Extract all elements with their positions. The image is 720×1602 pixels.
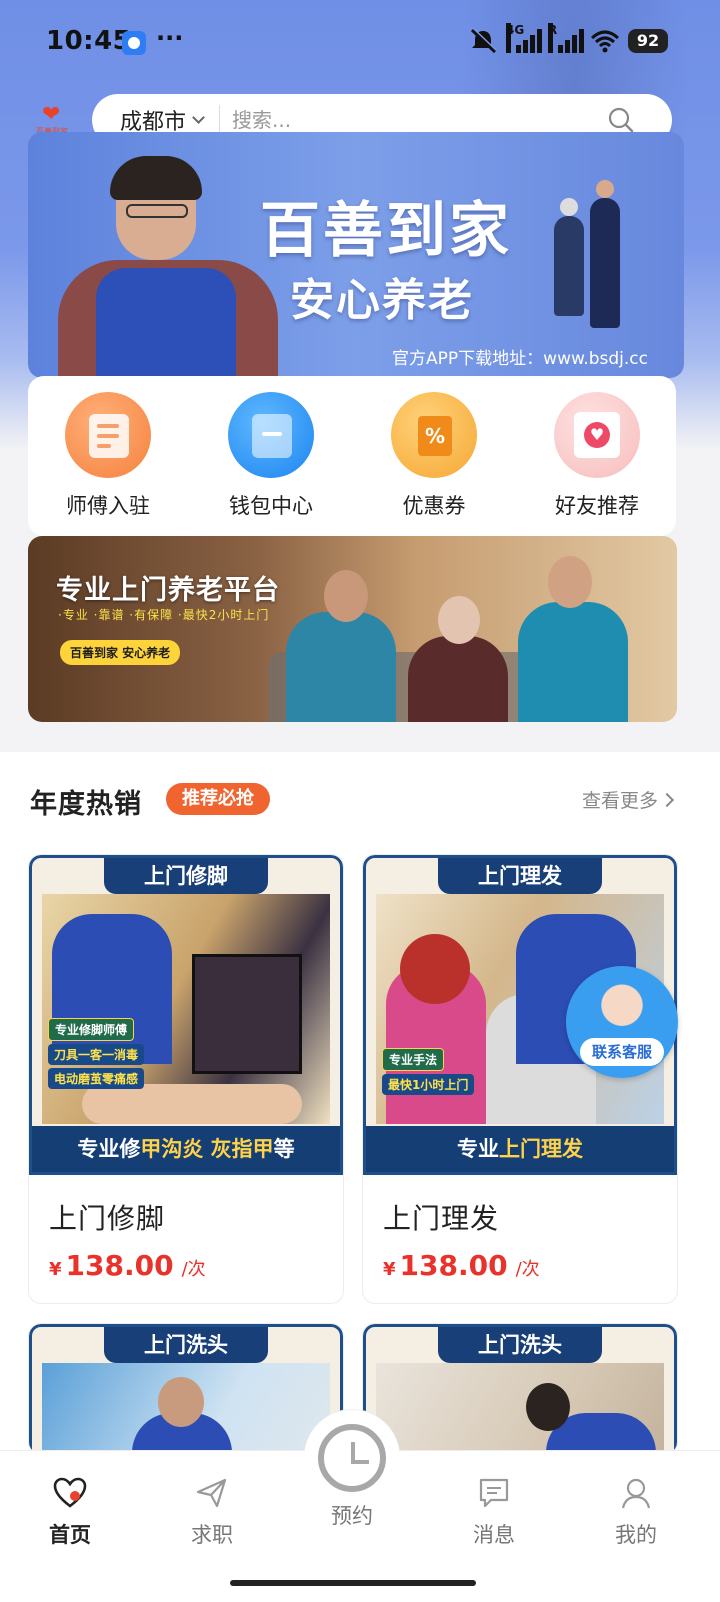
- search-input[interactable]: [230, 107, 571, 133]
- quick-item-worker-join[interactable]: 师傅入驻: [48, 392, 168, 522]
- quick-item-label: 师傅入驻: [66, 494, 150, 518]
- product-image: 上门洗头: [29, 1324, 343, 1454]
- message-icon: [479, 1478, 509, 1508]
- product-price: ¥ 138.00 /次: [383, 1249, 540, 1282]
- quick-item-coupon[interactable]: % 优惠券: [374, 392, 494, 522]
- product-band: 专业上门理发: [366, 1126, 674, 1172]
- notification-app-icon: [122, 31, 146, 55]
- hero-download-url: 官方APP下载地址：www.bsdj.cc: [392, 349, 648, 369]
- product-name: 上门理发: [383, 1202, 500, 1235]
- mute-icon: [470, 28, 497, 54]
- home-heart-icon: [53, 1477, 87, 1508]
- promo-badge: 百善到家 安心养老: [60, 640, 181, 665]
- quick-item-label: 优惠券: [402, 494, 466, 518]
- hero-person-image: [48, 156, 288, 378]
- see-more-link[interactable]: 查看更多: [581, 786, 675, 813]
- promo-banner[interactable]: 专业上门养老平台 ·专业 ·靠谱 ·有保障 ·最快2小时上门 百善到家 安心养老: [28, 536, 677, 722]
- quick-item-label: 钱包中心: [229, 494, 313, 518]
- product-ribbon: 上门洗头: [104, 1327, 268, 1363]
- promo-people-image: [268, 556, 668, 722]
- product-name: 上门修脚: [49, 1202, 166, 1235]
- section-tag: 推荐必抢: [166, 783, 270, 815]
- cellular-signal-icon: 4G: [506, 23, 542, 53]
- nav-label: 求职: [191, 1523, 233, 1547]
- nav-label: 我的: [615, 1523, 657, 1547]
- product-card-pedicure[interactable]: 上门修脚 专业修脚师傅 刀具一客一消毒 电动磨茧零痛感 专业修甲沟炎 灰指甲等 …: [29, 855, 343, 1303]
- hero-walkers-image: [538, 176, 648, 346]
- network-type-label: 4G: [506, 23, 524, 53]
- hero-subtitle: 安心养老: [290, 275, 474, 326]
- nav-booking[interactable]: [304, 1410, 400, 1506]
- logo-heart-icon: ❤: [42, 102, 61, 127]
- battery-indicator: 92: [628, 29, 668, 53]
- see-more-label: 查看更多: [581, 790, 658, 812]
- status-time: 10:45: [46, 26, 132, 56]
- chevron-down-icon: [192, 110, 205, 124]
- product-ribbon: 上门洗头: [438, 1327, 602, 1363]
- product-tag: 专业修脚师傅: [48, 1018, 135, 1041]
- product-tag: 最快1小时上门: [382, 1074, 475, 1095]
- clipboard-icon: [65, 392, 151, 478]
- hero-title: 百善到家: [260, 196, 512, 266]
- product-card-haircut[interactable]: 上门理发 专业手法 最快1小时上门 专业上门理发 上门理发 ¥ 138.00 /…: [363, 855, 677, 1303]
- section-title: 年度热销: [30, 789, 142, 820]
- chevron-right-icon: [659, 792, 675, 807]
- roaming-signal-icon: R: [548, 23, 584, 53]
- status-bar: 10:45 ··· 4G R 92: [0, 0, 720, 84]
- product-ribbon: 上门理发: [438, 858, 602, 894]
- product-tag: 电动磨茧零痛感: [48, 1068, 145, 1089]
- nav-jobs[interactable]: 求职: [162, 1477, 262, 1549]
- wifi-icon: [590, 30, 620, 53]
- product-price: ¥ 138.00 /次: [49, 1249, 206, 1282]
- product-image: 上门修脚 专业修脚师傅 刀具一客一消毒 电动磨茧零痛感 专业修甲沟炎 灰指甲等: [29, 855, 343, 1175]
- product-tag: 专业手法: [382, 1048, 445, 1071]
- search-divider: [219, 105, 221, 135]
- home-indicator: [230, 1580, 476, 1586]
- heart-card-icon: ♥: [554, 392, 640, 478]
- product-image: 上门洗头: [363, 1324, 677, 1454]
- search-icon[interactable]: [608, 107, 634, 133]
- coupon-icon: %: [391, 392, 477, 478]
- quick-menu: 师傅入驻 钱包中心 % 优惠券 ♥ 好友推荐: [28, 376, 676, 536]
- quick-item-wallet[interactable]: 钱包中心: [211, 392, 331, 522]
- hero-banner[interactable]: 百善到家 安心养老 官方APP下载地址：www.bsdj.cc: [28, 132, 684, 378]
- product-band: 专业修甲沟炎 灰指甲等: [32, 1126, 340, 1172]
- nav-messages[interactable]: 消息: [444, 1477, 544, 1549]
- nav-profile[interactable]: 我的: [586, 1477, 686, 1549]
- nav-home[interactable]: 首页: [20, 1477, 120, 1549]
- customer-service-label: 联系客服: [580, 1038, 664, 1066]
- app-logo[interactable]: ❤ 百善到家: [36, 102, 68, 137]
- status-indicators: 4G R 92: [468, 23, 668, 54]
- roaming-label: R: [548, 23, 557, 53]
- wallet-icon: [228, 392, 314, 478]
- quick-item-friend-referral[interactable]: ♥ 好友推荐: [537, 392, 657, 522]
- status-more-icon: ···: [156, 24, 184, 52]
- nav-booking-label: 预约: [331, 1504, 373, 1528]
- product-card-hairwash[interactable]: 上门洗头: [29, 1324, 343, 1454]
- promo-tags: ·专业 ·靠谱 ·有保障 ·最快2小时上门: [58, 608, 270, 622]
- user-icon: [621, 1478, 651, 1509]
- product-ribbon: 上门修脚: [104, 858, 268, 894]
- product-card-hairwash[interactable]: 上门洗头: [363, 1324, 677, 1454]
- product-tag: 刀具一客一消毒: [48, 1044, 145, 1065]
- nav-label: 首页: [49, 1523, 91, 1547]
- clock-icon: [318, 1424, 386, 1492]
- paper-plane-icon: [196, 1478, 227, 1508]
- customer-service-button[interactable]: 联系客服: [566, 966, 678, 1078]
- promo-title: 专业上门养老平台: [56, 575, 280, 606]
- quick-item-label: 好友推荐: [555, 494, 639, 518]
- nav-label: 消息: [473, 1523, 515, 1547]
